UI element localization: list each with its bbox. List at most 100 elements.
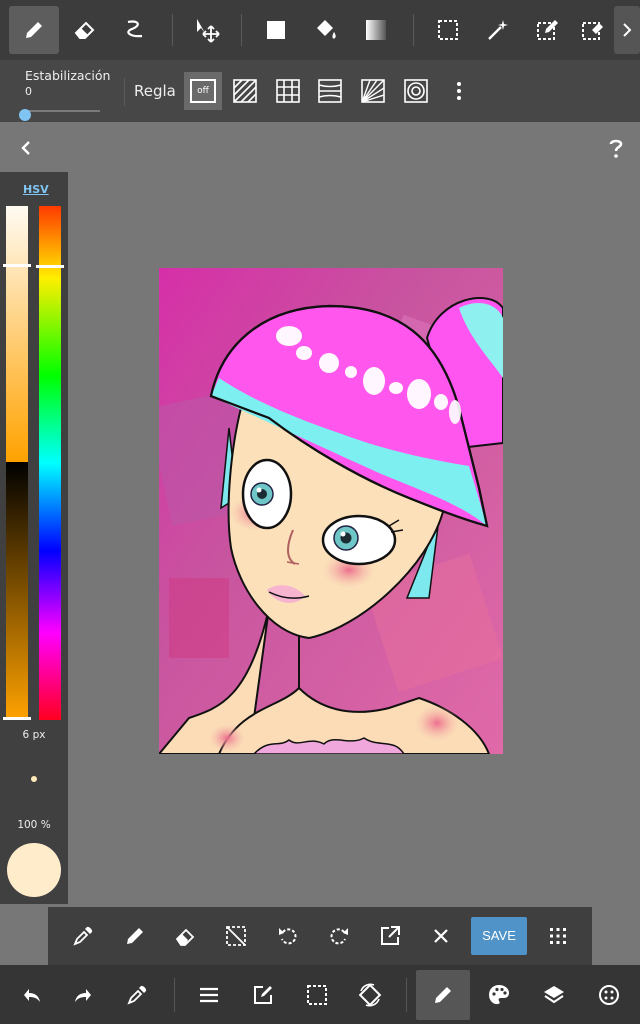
bucket-icon (317, 20, 336, 39)
chevron-left-icon (21, 141, 30, 155)
hamburger-menu-icon (200, 987, 218, 1003)
collapse-panel-button[interactable] (14, 136, 38, 160)
smudge-icon (127, 20, 143, 38)
select-eraser-icon (582, 22, 603, 40)
bucket-tool-button[interactable] (301, 6, 351, 54)
material-button[interactable] (584, 970, 634, 1020)
select-pen-tool-button[interactable] (523, 6, 573, 54)
toolbar-separator (172, 14, 173, 46)
saturation-marker[interactable] (3, 264, 31, 267)
current-color-swatch[interactable] (7, 843, 61, 897)
gradient-icon (366, 20, 386, 40)
bottom-eyedropper-button[interactable] (112, 970, 162, 1020)
ruler-off-button[interactable]: off (184, 72, 222, 110)
stabilization-label: Estabilización (25, 68, 111, 83)
perspective-lines-icon (318, 79, 342, 103)
grid-dots-icon (550, 928, 566, 944)
saturation-bar[interactable] (6, 206, 28, 462)
palette-icon (489, 985, 509, 1005)
quick-eraser-button[interactable] (164, 914, 208, 958)
rotate-right-icon (330, 928, 348, 945)
opacity-label: 100 % (17, 819, 51, 831)
toolbar-separator (413, 14, 414, 46)
pen-icon (435, 987, 451, 1003)
toolbar-scroll-right-button[interactable] (614, 6, 640, 54)
more-vertical-icon (457, 82, 461, 100)
color-palette-button[interactable] (474, 970, 524, 1020)
move-tool-button[interactable] (182, 6, 232, 54)
brightness-marker[interactable] (3, 717, 31, 720)
eyedropper-icon (127, 985, 147, 1005)
toolbar-separator (241, 14, 242, 46)
fill-rect-tool-button[interactable] (251, 6, 301, 54)
magic-wand-tool-button[interactable] (473, 6, 523, 54)
bottom-separator (174, 978, 175, 1012)
menu-button[interactable] (184, 970, 234, 1020)
stabilization-slider-thumb[interactable] (19, 109, 31, 121)
edit-square-icon (254, 986, 272, 1004)
quick-pen-button[interactable] (113, 914, 157, 958)
color-mode-toggle[interactable]: HSV (23, 183, 49, 196)
stabilization-slider-track[interactable] (22, 110, 100, 112)
brush-size-label: 6 px (22, 729, 46, 741)
rotate-right-button[interactable] (317, 914, 361, 958)
gradient-tool-button[interactable] (351, 6, 401, 54)
eraser-icon (175, 928, 195, 946)
ruler-off-icon: off (190, 79, 216, 103)
tool-grid-button[interactable] (536, 914, 580, 958)
external-transform-icon (381, 926, 400, 945)
drawing-canvas[interactable] (159, 268, 503, 754)
rotate-left-button[interactable] (266, 914, 310, 958)
deselect-icon (226, 926, 246, 946)
pen-tool-button[interactable] (9, 6, 59, 54)
ruler-perspective-button[interactable] (311, 72, 349, 110)
ruler-concentric-button[interactable] (397, 72, 435, 110)
selection-icon (307, 985, 327, 1005)
rotate-canvas-icon (358, 983, 382, 1007)
ruler-parallel-button[interactable] (226, 72, 264, 110)
chevron-right-icon (623, 23, 632, 37)
eraser-icon (74, 21, 95, 39)
pen-icon (127, 928, 143, 944)
close-icon (434, 929, 448, 943)
subbar-separator (124, 78, 125, 106)
select-tool-button[interactable] (423, 6, 473, 54)
hue-marker[interactable] (36, 265, 64, 268)
artwork-image (159, 268, 503, 754)
transform-button[interactable] (368, 914, 412, 958)
stabilization-value: 0 (25, 85, 32, 98)
radial-lines-icon (361, 79, 385, 103)
deselect-button[interactable] (214, 914, 258, 958)
help-button[interactable] (604, 136, 628, 160)
question-mark-icon (609, 139, 623, 158)
selection-icon (438, 20, 458, 40)
ruler-grid-button[interactable] (269, 72, 307, 110)
eyedropper-icon (73, 926, 93, 946)
eyedropper-button[interactable] (61, 914, 105, 958)
layers-button[interactable] (529, 970, 579, 1020)
magic-wand-icon (488, 20, 508, 40)
selection-button[interactable] (292, 970, 342, 1020)
top-toolbar (0, 0, 640, 61)
select-eraser-tool-button[interactable] (573, 6, 613, 54)
canvas-rotate-button[interactable] (345, 970, 395, 1020)
save-button[interactable]: SAVE (471, 917, 527, 955)
eraser-tool-button[interactable] (60, 6, 110, 54)
hue-bar[interactable] (39, 206, 61, 720)
smudge-tool-button[interactable] (110, 6, 160, 54)
more-options-button[interactable] (440, 72, 478, 110)
rotate-left-icon (279, 928, 297, 945)
ruler-radial-button[interactable] (354, 72, 392, 110)
material-circle-icon (599, 985, 619, 1005)
brightness-bar[interactable] (6, 462, 28, 720)
brush-size-preview (31, 776, 37, 782)
concentric-circles-icon (404, 79, 428, 103)
redo-button[interactable] (59, 970, 109, 1020)
pen-icon (26, 22, 42, 38)
clear-button[interactable] (419, 914, 463, 958)
undo-button[interactable] (6, 970, 56, 1020)
square-icon (267, 21, 285, 39)
ruler-label: Regla (134, 82, 176, 100)
brush-panel-button[interactable] (416, 970, 470, 1020)
edit-button[interactable] (238, 970, 288, 1020)
